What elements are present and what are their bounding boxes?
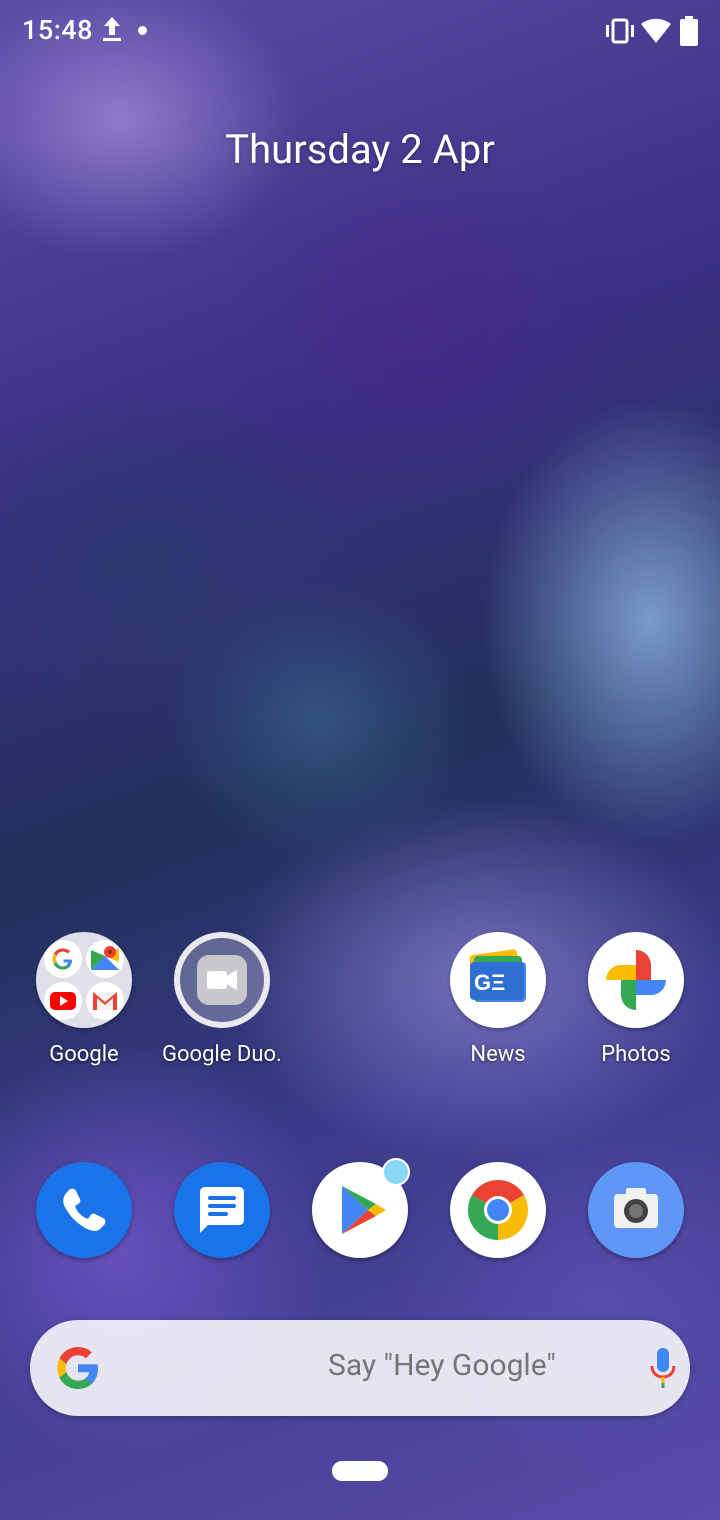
wifi-icon [641, 18, 671, 43]
app-label: Photos [601, 1042, 671, 1067]
svg-text:GΞ: GΞ [474, 970, 505, 995]
dock-play-store[interactable] [312, 1158, 410, 1258]
app-label: News [470, 1042, 526, 1067]
vibrate-icon [606, 18, 634, 44]
phone-icon [36, 1162, 132, 1258]
microphone-icon[interactable] [648, 1346, 678, 1390]
google-g-icon[interactable] [54, 1344, 102, 1392]
notification-dot [138, 26, 147, 35]
upload-icon [103, 17, 121, 41]
chrome-icon [450, 1162, 546, 1258]
dock-chrome[interactable] [450, 1162, 546, 1258]
messages-icon [174, 1162, 270, 1258]
app-label: Google Duo… [162, 1042, 282, 1067]
dock-camera[interactable] [588, 1162, 684, 1258]
home-gesture-pill[interactable] [332, 1461, 388, 1481]
status-bar: 15:48 [0, 0, 720, 64]
date-widget[interactable]: Thursday 2 Apr [0, 126, 720, 173]
gmail-icon [86, 982, 124, 1020]
duo-icon [174, 932, 270, 1028]
dock-messages[interactable] [174, 1162, 270, 1258]
folder-icon [36, 932, 132, 1028]
google-search-bar[interactable]: Say "Hey Google" [30, 1320, 690, 1416]
maps-icon [86, 940, 124, 978]
google-folder[interactable]: Google [24, 932, 144, 1067]
status-time: 15:48 [22, 14, 94, 46]
app-photos[interactable]: Photos [576, 932, 696, 1067]
app-google-duo[interactable]: Google Duo… [162, 932, 282, 1067]
app-news[interactable]: GΞ News [438, 932, 558, 1067]
search-hint: Say "Hey Google" [328, 1348, 557, 1383]
dock-phone[interactable] [36, 1162, 132, 1258]
google-icon [44, 940, 82, 978]
battery-icon [680, 16, 698, 46]
app-label: Google [49, 1042, 119, 1067]
photos-icon [588, 932, 684, 1028]
camera-icon [588, 1162, 684, 1258]
notification-badge [382, 1158, 410, 1186]
news-icon: GΞ [450, 932, 546, 1028]
youtube-icon [44, 982, 82, 1020]
